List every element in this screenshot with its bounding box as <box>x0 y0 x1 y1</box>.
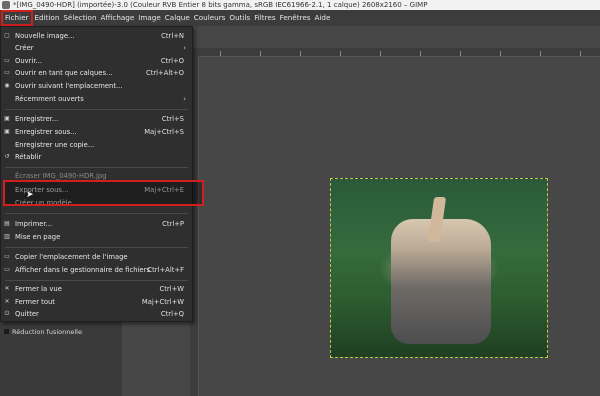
submenu-arrow-icon: › <box>183 95 186 103</box>
close-view-icon: ✕ <box>4 285 10 292</box>
menu-item-ouvrir-calques[interactable]: ▭ Ouvrir en tant que calques... Ctrl+Alt… <box>1 67 192 79</box>
menu-item-fermer-tout[interactable]: ✕ Fermer tout Maj+Ctrl+W <box>1 296 192 308</box>
menu-item-ouvrir[interactable]: ▭ Ouvrir... Ctrl+O <box>1 55 192 67</box>
menu-item-copier-emplacement[interactable]: ▭ Copier l'emplacement de l'image <box>1 251 192 263</box>
menu-separator <box>5 247 188 248</box>
menu-item-recemment-ouverts[interactable]: Récemment ouverts › <box>1 93 192 105</box>
menu-separator <box>5 280 188 281</box>
menu-selection[interactable]: Sélection <box>61 10 98 26</box>
menu-item-quitter[interactable]: ⏻ Quitter Ctrl+Q <box>1 308 192 320</box>
file-menu: ▢ Nouvelle image... Ctrl+N Créer › ▭ Ouv… <box>0 26 193 322</box>
new-image-icon: ▢ <box>4 32 10 39</box>
menubar: Fichier Edition Sélection Affichage Image Cal… <box>0 10 600 26</box>
menu-edition[interactable]: Edition <box>33 10 62 26</box>
menu-item-enregistrer-sous[interactable]: ▣ Enregistrer sous... Maj+Ctrl+S <box>1 126 192 138</box>
page-setup-icon: ▥ <box>4 233 10 240</box>
tree-stump-image <box>391 219 491 344</box>
open-as-layers-icon: ▭ <box>4 69 10 76</box>
menu-item-enregistrer[interactable]: ▣ Enregistrer... Ctrl+S <box>1 113 192 125</box>
menu-item-mise-en-page[interactable]: ▥ Mise en page <box>1 231 192 243</box>
menu-aide[interactable]: Aide <box>313 10 333 26</box>
menu-item-ouvrir-emplacement[interactable]: ◉ Ouvrir suivant l'emplacement... <box>1 80 192 92</box>
menu-item-nouvelle-image[interactable]: ▢ Nouvelle image... Ctrl+N <box>1 30 192 42</box>
layer-swatch <box>4 329 9 334</box>
menu-separator <box>5 167 188 168</box>
window-titlebar: *[IMG_0490-HDR] (importée)-3.0 (Couleur … <box>0 0 600 10</box>
horizontal-ruler[interactable] <box>190 48 600 57</box>
menu-separator <box>5 213 188 214</box>
menu-fichier[interactable]: Fichier <box>1 10 33 26</box>
menu-outils[interactable]: Outils <box>227 10 252 26</box>
menu-filtres[interactable]: Filtres <box>252 10 277 26</box>
submenu-arrow-icon: › <box>183 44 186 52</box>
revert-icon: ↺ <box>4 153 10 160</box>
menu-separator <box>5 109 188 110</box>
save-as-icon: ▣ <box>4 128 10 135</box>
file-manager-icon: ▭ <box>4 266 10 273</box>
menu-item-enregistrer-copie[interactable]: Enregistrer une copie... <box>1 139 192 151</box>
image-canvas[interactable] <box>330 178 548 358</box>
save-icon: ▣ <box>4 115 10 122</box>
menu-couleurs[interactable]: Couleurs <box>192 10 228 26</box>
gimp-icon <box>2 1 10 9</box>
copy-location-icon: ▭ <box>4 253 10 260</box>
close-all-icon: ✕ <box>4 298 10 305</box>
menu-item-retablir[interactable]: ↺ Rétablir <box>1 151 192 163</box>
menu-image[interactable]: Image <box>136 10 163 26</box>
menu-item-fermer-vue[interactable]: ✕ Fermer la vue Ctrl+W <box>1 283 192 295</box>
menu-item-gestionnaire-fichiers[interactable]: ▭ Afficher dans le gestionnaire de fichi… <box>1 264 192 276</box>
quit-icon: ⏻ <box>4 310 10 317</box>
menu-affichage[interactable]: Affichage <box>99 10 137 26</box>
mouse-pointer-icon: ➤ <box>26 190 34 200</box>
menu-calque[interactable]: Calque <box>163 10 192 26</box>
layer-mode-label: Réduction fusionnelle <box>12 328 82 336</box>
open-location-icon: ◉ <box>4 82 10 89</box>
window-title: *[IMG_0490-HDR] (importée)-3.0 (Couleur … <box>13 1 428 9</box>
print-icon: ▤ <box>4 220 10 227</box>
menu-fenetres[interactable]: Fenêtres <box>278 10 313 26</box>
layer-mode-row[interactable]: Réduction fusionnelle <box>0 326 122 338</box>
menu-item-imprimer[interactable]: ▤ Imprimer... Ctrl+P <box>1 218 192 230</box>
open-icon: ▭ <box>4 57 10 64</box>
menu-item-creer[interactable]: Créer › <box>1 42 192 54</box>
